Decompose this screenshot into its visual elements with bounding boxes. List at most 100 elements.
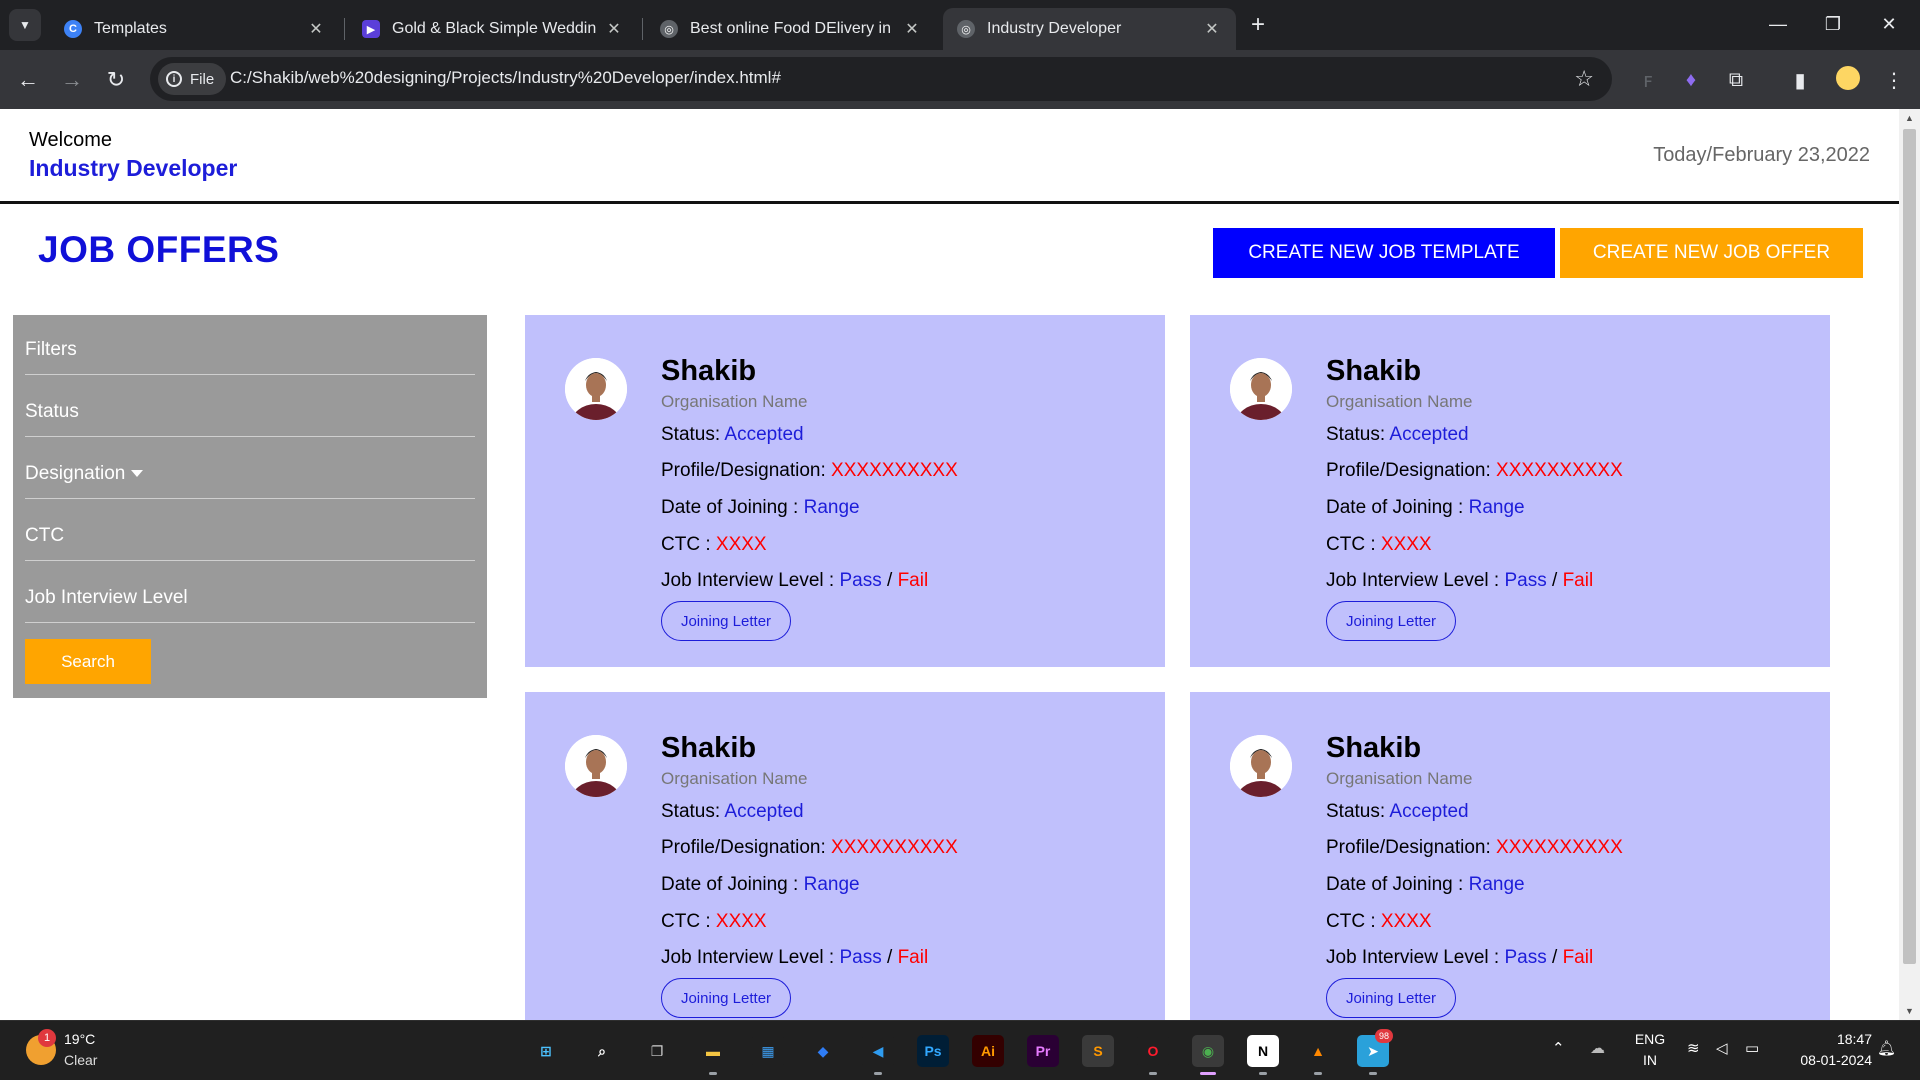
organisation-name: Organisation Name [661,392,808,411]
onedrive-offline-icon[interactable]: ☁ [1590,1039,1605,1057]
page-scrollbar[interactable]: ▲ ▼ [1899,109,1920,1020]
tab-industry-developer[interactable]: ◎ Industry Developer ✕ [943,8,1236,50]
filter-ctc[interactable]: CTC [25,511,475,561]
joining-date-value: Range [1468,874,1525,895]
today-date: Today/February 23,2022 [1653,144,1870,166]
running-indicator [1369,1072,1377,1075]
running-indicator [1314,1072,1322,1075]
interview-level-line: Job Interview Level : Pass / Fail [1326,570,1594,591]
wifi-icon[interactable]: ≋ [1687,1039,1700,1057]
running-indicator [874,1072,882,1075]
ctc-line: CTC : XXXX [1326,534,1432,555]
bookmark-star-icon[interactable]: ☆ [1574,66,1594,92]
candidate-name: Shakib [1326,355,1422,387]
minimize-icon[interactable]: — [1755,8,1801,40]
extension-icon[interactable]: ꜰ [1634,66,1662,94]
create-job-offer-button[interactable]: CREATE NEW JOB OFFER [1560,228,1863,278]
vscode-icon[interactable]: ◀ [862,1035,894,1067]
joining-date-value: Range [1468,497,1525,518]
joining-letter-button[interactable]: Joining Letter [661,978,791,1018]
telegram-unread-badge: 98 [1375,1029,1393,1043]
profile-avatar[interactable] [1836,66,1860,90]
joining-letter-button[interactable]: Joining Letter [661,601,791,641]
store-icon[interactable]: ▦ [752,1035,784,1067]
ctc-value: XXXX [1380,534,1432,555]
chrome-icon[interactable]: ◉ [1192,1035,1224,1067]
interview-level-line: Job Interview Level : Pass / Fail [1326,947,1594,968]
page-viewport: Welcome Industry Developer Today/Februar… [0,109,1899,1020]
new-tab-icon[interactable]: + [1243,10,1273,40]
designation-line: Profile/Designation: XXXXXXXXXX [1326,837,1623,858]
file-explorer-icon[interactable]: ▬ [697,1035,729,1067]
browser-menu-icon[interactable]: ⋮ [1880,66,1908,94]
organisation-name: Organisation Name [1326,769,1473,788]
language-top[interactable]: ENG [1630,1031,1670,1047]
notion-icon[interactable]: N [1247,1035,1279,1067]
premiere-icon[interactable]: Pr [1027,1035,1059,1067]
extension-droplet-icon[interactable]: ♦ [1677,66,1705,94]
weather-description[interactable]: Clear [64,1052,97,1068]
task-view-icon[interactable]: ❐ [641,1035,673,1067]
photoshop-icon[interactable]: Ps [917,1035,949,1067]
tab-label: Industry Developer [987,20,1122,37]
browser-toolbar: ← → ↻ i File C:/Shakib/web%20designing/P… [0,50,1920,109]
side-panel-icon[interactable]: ▮ [1786,66,1814,94]
avatar [565,358,627,420]
caret-down-icon [131,470,144,477]
forward-icon[interactable]: → [56,64,88,96]
address-bar[interactable]: i File C:/Shakib/web%20designing/Project… [150,57,1612,101]
language-bottom[interactable]: IN [1630,1052,1670,1068]
notification-bell-icon[interactable]: 🔔︎ [1877,1039,1896,1057]
designation-value: XXXXXXXXXX [831,460,958,481]
illustrator-icon[interactable]: Ai [972,1035,1004,1067]
close-tab-icon[interactable]: ✕ [604,19,624,39]
clock-time[interactable]: 18:47 [1782,1031,1872,1047]
ctc-line: CTC : XXXX [661,534,767,555]
close-tab-icon[interactable]: ✕ [902,19,922,39]
windows-start-icon[interactable]: ⊞ [530,1035,562,1067]
search-button[interactable]: Search [25,639,151,684]
extensions-puzzle-icon[interactable]: ⧉ [1722,66,1750,94]
fail-value: Fail [1562,947,1594,968]
header-divider [0,201,1899,204]
close-tab-icon[interactable]: ✕ [1202,19,1222,39]
dropbox-icon[interactable]: ◆ [807,1035,839,1067]
volume-icon[interactable]: ◁ [1716,1039,1728,1057]
pass-value: Pass [839,947,882,968]
status-value: Accepted [724,801,804,822]
close-window-icon[interactable]: ✕ [1866,8,1912,40]
tab-search-dropdown-icon[interactable]: ▼ [9,9,41,41]
show-hidden-icons-chevron-icon[interactable]: ⌃ [1552,1039,1565,1057]
site-info-chip[interactable]: i File [158,63,227,95]
scroll-down-icon[interactable]: ▼ [1899,1006,1920,1016]
scroll-up-icon[interactable]: ▲ [1899,113,1920,123]
opera-icon[interactable]: O [1137,1035,1169,1067]
candidate-name: Shakib [661,732,757,764]
vlc-icon[interactable]: ▲ [1302,1035,1334,1067]
clock-date[interactable]: 08-01-2024 [1782,1052,1872,1068]
page-title: JOB OFFERS [38,229,280,270]
tab-wedding[interactable]: ▶ Gold & Black Simple Wedding I ✕ [348,8,638,50]
joining-letter-button[interactable]: Joining Letter [1326,601,1456,641]
status-line: Status: Accepted [661,801,804,822]
sublime-icon[interactable]: S [1082,1035,1114,1067]
close-tab-icon[interactable]: ✕ [306,19,326,39]
job-offer-card: Shakib Organisation Name Status: Accepte… [525,315,1165,667]
search-icon[interactable]: ⌕ [586,1035,618,1067]
weather-temperature[interactable]: 19°C [64,1031,95,1047]
reload-icon[interactable]: ↻ [100,64,132,96]
tab-templates[interactable]: C Templates ✕ [50,8,340,50]
tab-food-delivery[interactable]: ◎ Best online Food DElivery in Ind ✕ [646,8,936,50]
ctc-value: XXXX [715,534,767,555]
url-text[interactable]: C:/Shakib/web%20designing/Projects/Indus… [230,68,781,88]
restore-icon[interactable]: ❐ [1810,8,1856,40]
back-icon[interactable]: ← [12,64,44,96]
filter-status[interactable]: Status [25,387,475,437]
filter-job-interview-level[interactable]: Job Interview Level [25,573,475,623]
joining-letter-button[interactable]: Joining Letter [1326,978,1456,1018]
designation-value: XXXXXXXXXX [1496,837,1623,858]
filter-designation-dropdown[interactable]: Designation [25,449,475,499]
create-job-template-button[interactable]: CREATE NEW JOB TEMPLATE [1213,228,1555,278]
scrollbar-thumb[interactable] [1903,129,1916,964]
battery-icon[interactable]: ▭ [1745,1039,1759,1057]
